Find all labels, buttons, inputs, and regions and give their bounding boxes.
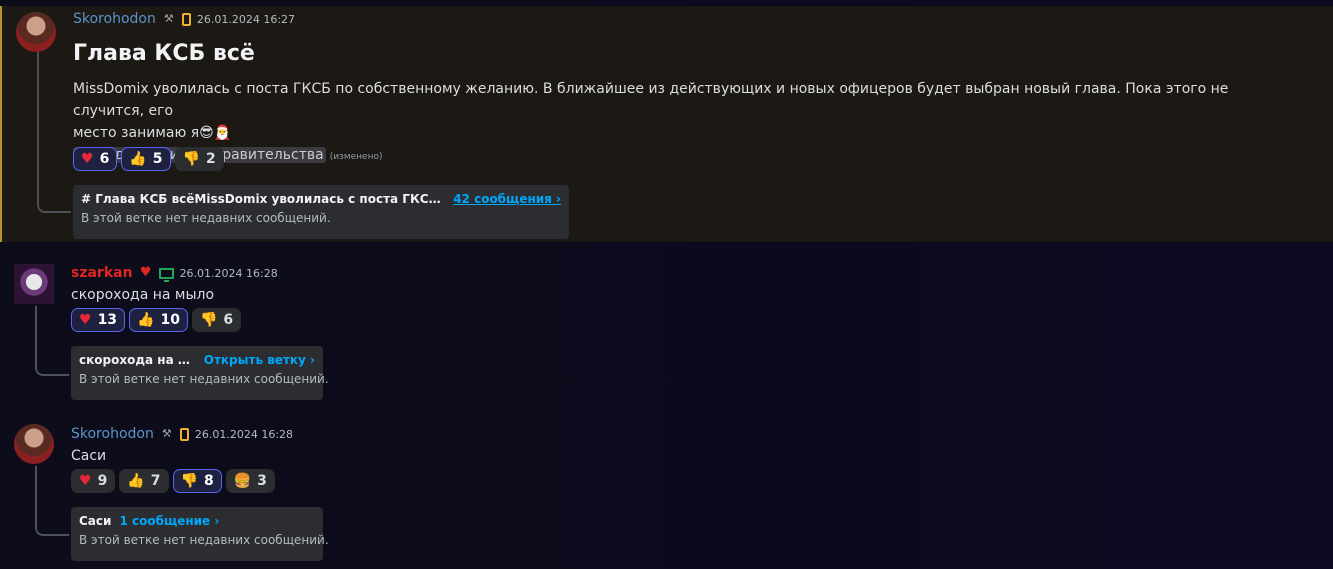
timestamp: 26.01.2024 16:28: [194, 427, 294, 441]
mention-line: @Уведомления от правительства(изменено): [73, 144, 1273, 168]
message-text: MissDomix уволилась с поста ГКСБ по собс…: [73, 78, 1273, 168]
thread-connector: [35, 466, 69, 536]
avatar[interactable]: [14, 424, 54, 464]
reactions-bar: ♥ 6 👍 5 👎 2: [73, 147, 224, 171]
message-title: Глава КСБ всё: [73, 41, 255, 66]
message-header: Skorohodon ⚒ 26.01.2024 16:28: [71, 424, 293, 444]
thread-preview[interactable]: Саси 1 сообщение › В этой ветке нет неда…: [71, 507, 329, 561]
thread-preview[interactable]: # Глава КСБ всёMissDomix уволилась с пос…: [73, 185, 569, 239]
thread-name[interactable]: скорохода на мыло: [79, 353, 196, 367]
message-line: MissDomix уволилась с поста ГКСБ по собс…: [73, 81, 1229, 119]
reaction-thumbs-down[interactable]: 👎 6: [191, 308, 242, 332]
reaction-count: 5: [152, 151, 163, 167]
thread-preview[interactable]: скорохода на мыло Открыть ветку › В этой…: [71, 346, 329, 400]
reaction-count: 3: [257, 473, 267, 489]
open-thread-link[interactable]: Открыть ветку ›: [204, 353, 315, 367]
message-text: Саси: [71, 448, 107, 464]
message[interactable]: szarkan ♥ 26.01.2024 16:28 скорохода на …: [0, 256, 1333, 406]
reaction-count: 7: [150, 473, 161, 489]
reaction-count: 2: [205, 151, 216, 167]
thread-subtitle: В этой ветке нет недавних сообщений.: [79, 533, 329, 547]
thumbs-down-icon: 👎: [180, 473, 198, 489]
thumbs-down-icon: 👎: [199, 312, 218, 328]
message-text: скорохода на мыло: [71, 287, 215, 303]
burger-icon: 🍔: [233, 473, 252, 489]
reaction-heart[interactable]: ♥ 6: [73, 147, 118, 171]
username[interactable]: Skorohodon: [71, 426, 154, 442]
thread-name[interactable]: Саси: [79, 514, 111, 528]
reaction-thumbs-up[interactable]: 👍 5: [121, 147, 171, 171]
reaction-count: 6: [99, 151, 110, 167]
reaction-count: 10: [160, 312, 180, 328]
reaction-thumbs-up[interactable]: 👍 10: [129, 308, 188, 332]
heart-icon: ♥: [79, 312, 92, 328]
reaction-heart[interactable]: ♥ 9: [71, 469, 116, 493]
message-header: Skorohodon ⚒ 26.01.2024 16:27: [73, 9, 295, 29]
thumbs-up-icon: 👍: [127, 473, 145, 489]
heart-icon: ♥: [79, 473, 92, 489]
thread-header: # Глава КСБ всёMissDomix уволилась с пос…: [81, 192, 561, 206]
thumbs-down-icon: 👎: [182, 151, 200, 167]
reaction-count: 8: [203, 473, 214, 489]
thumbs-up-icon: 👍: [137, 312, 155, 328]
username[interactable]: szarkan: [71, 265, 133, 281]
reaction-count: 6: [223, 312, 234, 328]
desktop-status-icon: [158, 267, 174, 282]
thumbs-up-icon: 👍: [129, 151, 147, 167]
reaction-count: 9: [97, 473, 108, 489]
mobile-status-icon: [181, 12, 191, 26]
thread-subtitle: В этой ветке нет недавних сообщений.: [81, 211, 331, 225]
avatar[interactable]: [14, 264, 54, 304]
thread-subtitle: В этой ветке нет недавних сообщений.: [79, 372, 329, 386]
hammer-badge-icon: ⚒: [161, 427, 172, 440]
reaction-heart[interactable]: ♥ 13: [71, 308, 126, 332]
thread-messages-link[interactable]: 42 сообщения ›: [453, 192, 561, 206]
edited-label: (изменено): [329, 152, 383, 162]
chat-message-list: Skorohodon ⚒ 26.01.2024 16:27 Глава КСБ …: [0, 0, 1333, 569]
reactions-bar: ♥ 9 👍 7 👎 8 🍔 3: [71, 469, 275, 493]
pixel-heart-badge-icon: ♥: [139, 265, 152, 280]
thread-connector: [37, 52, 71, 213]
thread-header: Саси 1 сообщение ›: [79, 514, 315, 528]
username[interactable]: Skorohodon: [73, 11, 156, 27]
timestamp: 26.01.2024 16:27: [196, 12, 296, 26]
emoji-icon: 😎🎅: [199, 125, 232, 141]
message-line: место занимаю я😎🎅: [73, 122, 1273, 144]
reactions-bar: ♥ 13 👍 10 👎 6: [71, 308, 242, 332]
reaction-thumbs-up[interactable]: 👍 7: [119, 469, 169, 493]
heart-icon: ♥: [81, 151, 94, 167]
avatar[interactable]: [16, 12, 56, 52]
reaction-count: 13: [97, 312, 118, 328]
thread-messages-link[interactable]: 1 сообщение ›: [119, 514, 219, 528]
thread-name[interactable]: # Глава КСБ всёMissDomix уволилась с пос…: [81, 192, 445, 206]
hammer-badge-icon: ⚒: [163, 12, 174, 25]
message-header: szarkan ♥ 26.01.2024 16:28: [71, 263, 278, 283]
reaction-thumbs-down[interactable]: 👎 8: [172, 469, 222, 493]
message-highlighted[interactable]: Skorohodon ⚒ 26.01.2024 16:27 Глава КСБ …: [0, 6, 1333, 242]
reaction-burger[interactable]: 🍔 3: [225, 469, 275, 493]
thread-header: скорохода на мыло Открыть ветку ›: [79, 353, 315, 367]
mobile-status-icon: [179, 427, 189, 441]
timestamp: 26.01.2024 16:28: [179, 266, 278, 280]
message[interactable]: Skorohodon ⚒ 26.01.2024 16:28 Саси ♥ 9 👍 7…: [0, 418, 1333, 568]
message-line-text: место занимаю я: [73, 125, 200, 141]
reaction-thumbs-down[interactable]: 👎 2: [174, 147, 224, 171]
thread-connector: [35, 306, 69, 376]
